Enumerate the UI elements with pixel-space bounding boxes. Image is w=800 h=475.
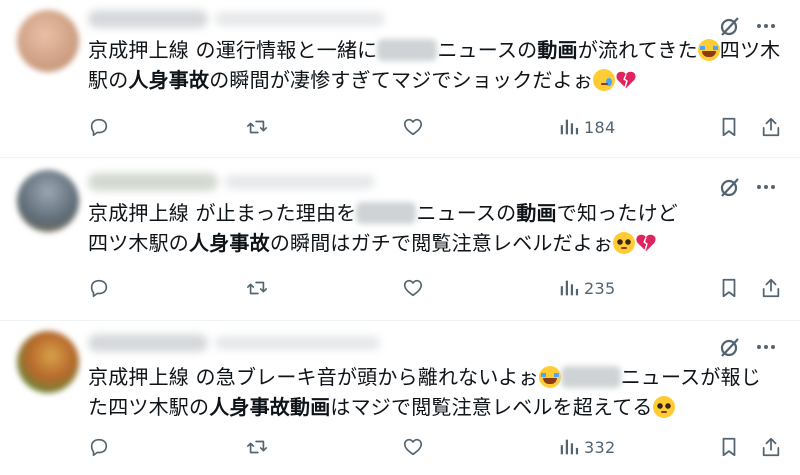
views-button[interactable]: 332 [558,433,615,461]
views-button[interactable]: 184 [558,113,615,141]
post-1[interactable]: 京成押上線 の運行情報と一緒に ニュースの動画が流れてきた 四ツ木 駅の人身事故の瞬… [0,0,800,157]
redacted-source [560,366,621,388]
more-icon[interactable] [754,175,778,199]
reply-icon [90,118,108,137]
views-count: 184 [584,117,616,137]
post-text: 京成押上線 の急ブレーキ音が頭から離れないよぉ ニュースが報じ た四ツ木駅の人身事… [88,362,778,422]
text-segment: ニュースの [437,38,538,62]
views-count: 235 [584,278,616,298]
repost-icon [247,440,267,454]
text-segment: ニュースの [416,201,517,225]
reply-button[interactable] [88,274,110,302]
reply-button[interactable] [88,113,110,141]
views-icon [560,280,579,296]
bookmark-button[interactable] [718,433,740,461]
like-icon [403,279,423,297]
post-text: 京成押上線 が止まった理由を ニュースの動画で知ったけど 四ツ木駅の人身事故の瞬間… [88,198,778,258]
bookmark-button[interactable] [718,274,740,302]
share-button[interactable] [760,433,782,461]
crying-face-emoji [593,69,616,91]
bookmark-icon [722,117,736,137]
text-bold: 動画 [537,38,578,62]
share-icon [762,117,780,137]
more-icon[interactable] [754,335,778,359]
post-actions: 235 [88,274,788,302]
views-count: 332 [584,437,616,457]
bookmark-icon [722,278,736,298]
repost-icon [247,281,267,295]
text-segment: 京成押上線 の急ブレーキ音が頭から離れないよぉ [88,365,539,389]
text-segment: が流れてきた [577,38,698,62]
post-text-line-2: た四ツ木駅の人身事故動画はマジで閲覧注意レベルを超えてる [88,392,778,422]
text-segment: 四ツ木駅の [88,231,189,255]
pleading-face-emoji [613,232,636,254]
author-handle-redacted [225,175,375,189]
text-bold: 動画 [516,201,557,225]
grok-icon[interactable] [718,335,742,359]
text-segment: で知ったけど [556,201,678,225]
bookmark-button[interactable] [718,113,740,141]
post-text-line-2: 駅の人身事故の瞬間が凄惨すぎてマジでショックだよぉ [88,65,778,95]
broken-heart-emoji [615,69,637,91]
post-2[interactable]: 京成押上線 が止まった理由を ニュースの動画で知ったけど 四ツ木駅の人身事故の瞬間… [0,158,800,320]
grok-icon[interactable] [718,175,742,199]
reply-button[interactable] [88,433,110,461]
like-button[interactable] [402,274,424,302]
author-name-redacted[interactable] [88,334,208,352]
repost-button[interactable] [246,274,268,302]
post-text-line-1: 京成押上線 が止まった理由を ニュースの動画で知ったけど [88,198,778,228]
author-handle-redacted [215,12,385,26]
author-name-redacted[interactable] [88,10,208,28]
avatar[interactable] [17,10,79,72]
share-icon [762,278,780,298]
views-button[interactable]: 235 [558,274,615,302]
author-name-redacted[interactable] [88,173,218,191]
reply-icon [90,438,108,457]
text-segment: ニュースが報じ [620,365,761,389]
post-actions: 184 [88,113,788,141]
text-segment: の瞬間が凄惨すぎてマジでショックだよぉ [209,68,594,92]
repost-button[interactable] [246,113,268,141]
post-top-actions [718,335,778,359]
repost-button[interactable] [246,433,268,461]
post-text-line-2: 四ツ木駅の人身事故の瞬間はガチで閲覧注意レベルだよぉ [88,228,778,258]
author-handle-redacted [215,336,380,350]
views-icon [560,439,579,455]
share-button[interactable] [760,113,782,141]
share-button[interactable] [760,274,782,302]
like-icon [403,438,423,456]
reply-icon [90,279,108,298]
text-segment: 京成押上線 の運行情報と一緒に [88,38,378,62]
share-icon [762,437,780,457]
post-3[interactable]: 京成押上線 の急ブレーキ音が頭から離れないよぉ ニュースが報じ た四ツ木駅の人身事… [0,321,800,475]
avatar[interactable] [17,170,79,232]
post-text-line-1: 京成押上線 の運行情報と一緒に ニュースの動画が流れてきた 四ツ木 [88,35,781,65]
post-top-actions [718,175,778,199]
redacted-source [377,39,438,61]
pleading-face-emoji [652,396,675,418]
post-text-line-1: 京成押上線 の急ブレーキ音が頭から離れないよぉ ニュースが報じ [88,362,778,392]
loudly-crying-face-emoji [697,39,720,61]
like-button[interactable] [402,433,424,461]
text-bold: 人身事故 [189,231,270,255]
text-segment: た四ツ木駅の [88,395,210,419]
text-segment: はマジで閲覧注意レベルを超えてる [330,395,653,419]
like-button[interactable] [402,113,424,141]
avatar[interactable] [17,331,79,393]
text-segment: 駅の [88,68,129,92]
redacted-source [356,202,417,224]
post-text: 京成押上線 の運行情報と一緒に ニュースの動画が流れてきた 四ツ木 駅の人身事故の瞬… [88,35,781,95]
like-icon [403,118,423,136]
text-bold: 人身事故動画 [209,395,331,419]
views-icon [560,119,579,135]
text-segment: の瞬間はガチで閲覧注意レベルだよぉ [269,231,614,255]
post-actions: 332 [88,433,788,461]
bookmark-icon [722,437,736,457]
loudly-crying-face-emoji [538,366,561,388]
text-bold: 人身事故 [128,68,210,92]
broken-heart-emoji [635,232,657,254]
text-segment: 四ツ木 [719,38,781,62]
text-segment: 京成押上線 が止まった理由を [88,201,357,225]
repost-icon [247,120,267,134]
